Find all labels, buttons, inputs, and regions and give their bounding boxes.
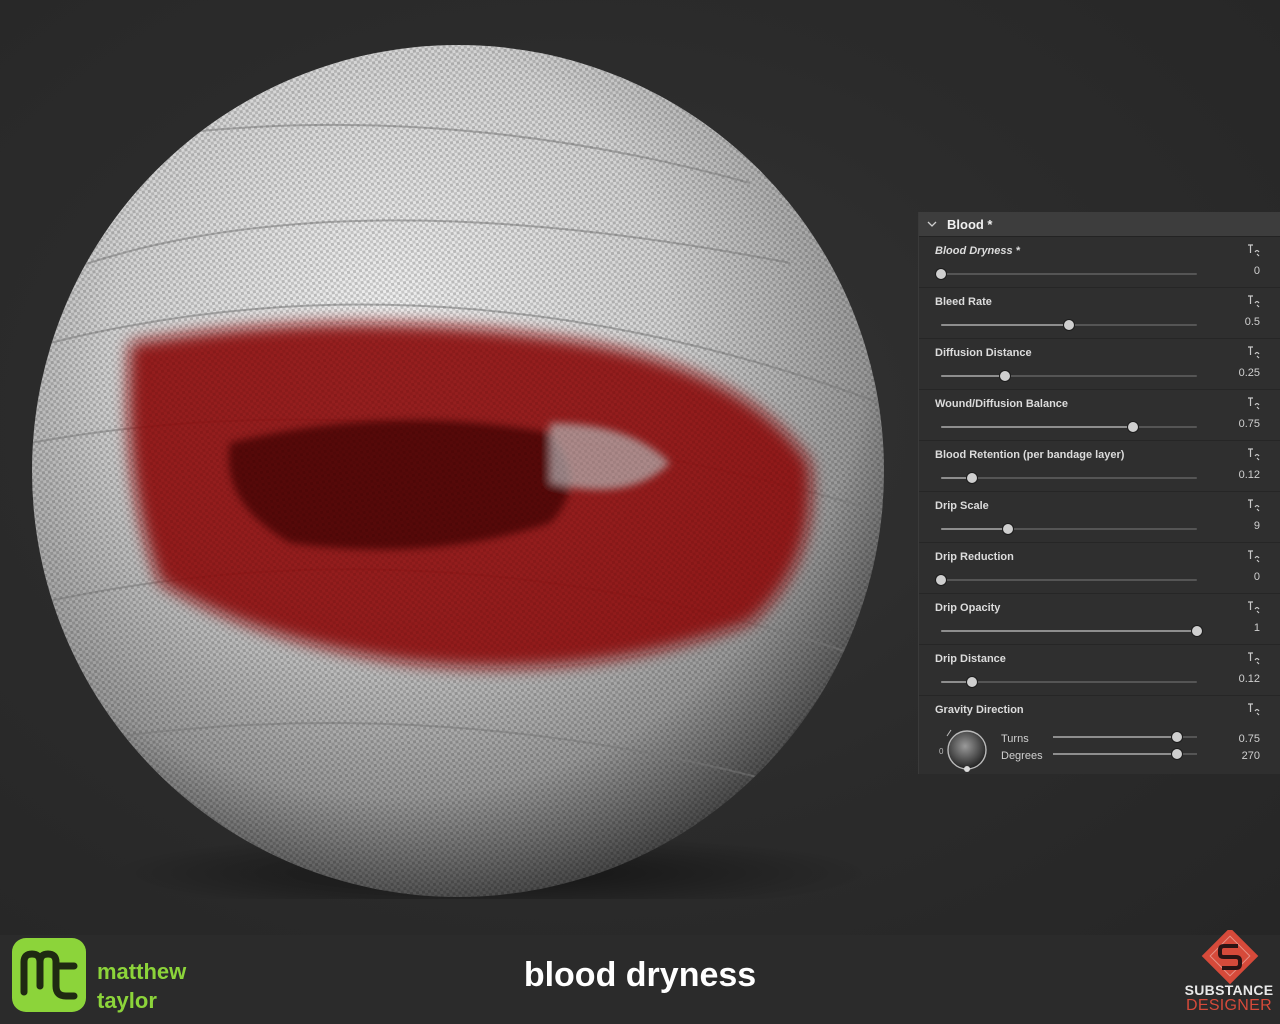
param-value: 0.12 bbox=[1238, 673, 1260, 685]
blood-group-header[interactable]: Blood * bbox=[919, 212, 1280, 237]
param-row: Diffusion Distance 0.25 bbox=[919, 339, 1280, 390]
function-graph-icon[interactable] bbox=[1246, 396, 1262, 410]
function-graph-icon[interactable] bbox=[1246, 549, 1262, 563]
dial-zero-label: 0 bbox=[939, 747, 944, 756]
param-row: Drip Scale 9 bbox=[919, 492, 1280, 543]
param-label: Drip Scale bbox=[935, 500, 989, 512]
param-value: 0 bbox=[1253, 571, 1260, 583]
slider-knob[interactable] bbox=[1064, 320, 1074, 330]
function-graph-icon[interactable] bbox=[1246, 702, 1262, 716]
caption-title: blood dryness bbox=[523, 956, 757, 994]
turns-value: 0.75 bbox=[1238, 733, 1260, 745]
group-title: Blood * bbox=[947, 216, 993, 232]
param-value: 1 bbox=[1253, 622, 1260, 634]
function-graph-icon[interactable] bbox=[1246, 294, 1262, 308]
param-value: 0 bbox=[1253, 265, 1260, 277]
param-slider[interactable] bbox=[941, 523, 1197, 535]
param-slider[interactable] bbox=[941, 421, 1197, 433]
degrees-label: Degrees bbox=[1001, 750, 1043, 762]
param-row: Drip Reduction 0 bbox=[919, 543, 1280, 594]
param-label: Blood Retention (per bandage layer) bbox=[935, 449, 1125, 461]
param-label: Blood Dryness * bbox=[935, 245, 1020, 257]
chevron-down-icon[interactable] bbox=[927, 219, 937, 229]
parameter-list: Blood Dryness * 0 Bleed Rate 0.5 Diffusion D… bbox=[919, 237, 1280, 696]
slider-knob[interactable] bbox=[936, 269, 946, 279]
param-label: Bleed Rate bbox=[935, 296, 992, 308]
angle-dial[interactable]: 0 bbox=[935, 724, 987, 776]
param-row: Bleed Rate 0.5 bbox=[919, 288, 1280, 339]
param-label: Drip Distance bbox=[935, 653, 1006, 665]
substance-wordmark: SUBSTANCE bbox=[1184, 982, 1274, 998]
function-graph-icon[interactable] bbox=[1246, 600, 1262, 614]
parameters-panel: Blood * Blood Dryness * 0 Bleed Rate 0.5 Dif… bbox=[918, 212, 1280, 774]
function-graph-icon[interactable] bbox=[1246, 651, 1262, 665]
slider-knob[interactable] bbox=[1171, 749, 1182, 759]
param-slider[interactable] bbox=[941, 472, 1197, 484]
slider-knob[interactable] bbox=[966, 677, 977, 687]
slider-knob[interactable] bbox=[936, 575, 946, 585]
param-label: Gravity Direction bbox=[935, 704, 1024, 716]
param-slider[interactable] bbox=[941, 319, 1197, 331]
param-value: 0.12 bbox=[1238, 469, 1260, 481]
param-row: Drip Distance 0.12 bbox=[919, 645, 1280, 696]
turns-label: Turns bbox=[1001, 733, 1029, 745]
param-gravity-direction: Gravity Direction 0 Turns 0.75 Degrees 2… bbox=[919, 696, 1280, 782]
slider-knob[interactable] bbox=[1128, 422, 1138, 432]
param-slider[interactable] bbox=[941, 370, 1197, 382]
designer-wordmark: DESIGNER bbox=[1186, 997, 1272, 1014]
param-label: Drip Reduction bbox=[935, 551, 1014, 563]
slider-knob[interactable] bbox=[1002, 524, 1013, 534]
function-graph-icon[interactable] bbox=[1246, 243, 1262, 257]
param-label: Diffusion Distance bbox=[935, 347, 1032, 359]
param-slider[interactable] bbox=[941, 676, 1197, 688]
param-label: Drip Opacity bbox=[935, 602, 1001, 614]
param-slider[interactable] bbox=[941, 625, 1202, 637]
param-row: Blood Dryness * 0 bbox=[919, 237, 1280, 288]
param-value: 0.75 bbox=[1238, 418, 1260, 430]
slider-knob[interactable] bbox=[966, 473, 977, 483]
param-value: 9 bbox=[1253, 520, 1260, 532]
param-value: 0.5 bbox=[1244, 316, 1260, 328]
param-label: Wound/Diffusion Balance bbox=[935, 398, 1069, 410]
param-slider[interactable] bbox=[936, 268, 1197, 280]
slider-knob[interactable] bbox=[1000, 371, 1010, 381]
function-graph-icon[interactable] bbox=[1246, 345, 1262, 359]
material-preview-sphere bbox=[32, 45, 884, 899]
param-value: 0.25 bbox=[1238, 367, 1260, 379]
param-slider[interactable] bbox=[936, 574, 1197, 586]
function-graph-icon[interactable] bbox=[1246, 447, 1262, 461]
param-row: Wound/Diffusion Balance 0.75 bbox=[919, 390, 1280, 441]
degrees-slider[interactable] bbox=[1053, 748, 1197, 760]
degrees-value: 270 bbox=[1241, 750, 1260, 762]
slider-knob[interactable] bbox=[1171, 732, 1182, 742]
param-row: Drip Opacity 1 bbox=[919, 594, 1280, 645]
turns-slider[interactable] bbox=[1053, 731, 1197, 743]
function-graph-icon[interactable] bbox=[1246, 498, 1262, 512]
slider-knob[interactable] bbox=[1192, 626, 1202, 636]
param-row: Blood Retention (per bandage layer) 0.12 bbox=[919, 441, 1280, 492]
